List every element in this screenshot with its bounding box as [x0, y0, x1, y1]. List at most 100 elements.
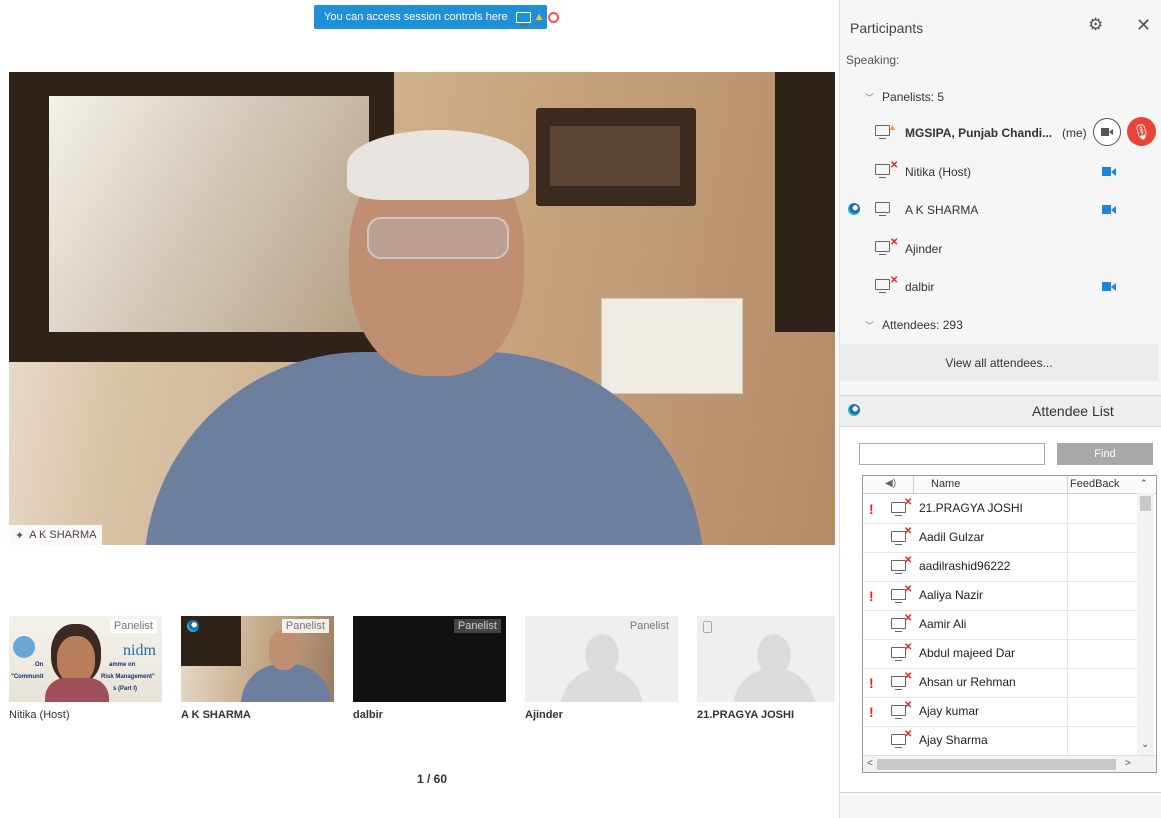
no-share-icon: ✕ — [904, 526, 913, 537]
speaking-label: Speaking: — [846, 53, 900, 67]
meeting-status-icon — [848, 203, 860, 215]
presenter-body — [45, 678, 109, 702]
scroll-right-icon[interactable]: > — [1125, 758, 1131, 769]
attendees-group-toggle[interactable]: ﹀ Attendees: 293 — [865, 318, 963, 332]
slide-text-5: s (Part I) — [113, 686, 138, 692]
chevron-down-icon: ﹀ — [865, 320, 875, 331]
participant-name: Ajinder — [905, 242, 943, 256]
column-header-name[interactable]: Name — [931, 478, 960, 490]
thumbnail-nitika[interactable]: nidm On amme on "Communit Risk Managemen… — [9, 616, 162, 702]
no-share-icon: ✕ — [890, 160, 899, 171]
mic-muted-button[interactable]: 🎙 — [1127, 117, 1156, 146]
participants-panel: Participants ⚙ ✕ Speaking: ﹀ Panelists: … — [839, 0, 1161, 818]
slide-text-4: Risk Management" — [101, 674, 155, 680]
slide-text-2: amme on — [109, 662, 136, 668]
find-button[interactable]: Find — [1057, 443, 1153, 465]
no-share-icon: ✕ — [904, 729, 913, 740]
attendee-list-window: Attendee List Find ◀) Name FeedBack ⌃ ! … — [840, 395, 1161, 793]
table-row[interactable]: ! ✕ Aaliya Nazir — [863, 581, 1137, 611]
attendee-name: Ajay kumar — [919, 704, 980, 718]
thumbnail-name: Nitika (Host) — [9, 709, 70, 721]
warning-icon: ▲ — [533, 11, 545, 23]
panel-title: Participants — [850, 20, 924, 36]
screen-share-icon — [875, 279, 890, 293]
no-share-icon: ✕ — [904, 555, 913, 566]
table-row[interactable]: ✕ Ajay Sharma — [863, 726, 1137, 756]
no-share-icon: ✕ — [904, 642, 913, 653]
table-row[interactable]: ✕ Abdul majeed Dar — [863, 639, 1137, 669]
close-icon[interactable]: ✕ — [1136, 15, 1151, 36]
video-mirror-frame — [9, 72, 394, 362]
view-all-attendees-button[interactable]: View all attendees... — [840, 344, 1158, 381]
scroll-left-icon[interactable]: < — [867, 758, 873, 769]
thumbnail-role-tag: Panelist — [453, 619, 501, 633]
no-share-icon: ✕ — [904, 584, 913, 595]
column-header-feedback[interactable]: FeedBack — [1070, 478, 1120, 490]
no-share-icon: ✕ — [904, 671, 913, 682]
thumbnail-pragya-joshi[interactable] — [697, 616, 835, 702]
table-row[interactable]: ! ✕ Ajay kumar — [863, 697, 1137, 727]
speaker-glasses — [367, 217, 509, 259]
attendee-table: ◀) Name FeedBack ⌃ ! ✕ 21.PRAGYA JOSHI ✕… — [862, 475, 1157, 773]
participant-row[interactable]: ✕ Nitika (Host) — [840, 159, 1161, 185]
table-row[interactable]: ! ✕ 21.PRAGYA JOSHI — [863, 494, 1137, 524]
scroll-down-icon[interactable]: ⌄ — [1141, 739, 1149, 750]
main-video-name: A K SHARMA — [29, 529, 97, 541]
thumbnail-name: A K SHARMA — [181, 709, 251, 721]
screen-share-icon — [875, 164, 890, 178]
horizontal-scrollbar[interactable]: < > — [863, 755, 1156, 772]
thumbnail-dalbir[interactable]: Panelist — [353, 616, 506, 702]
thumbnail-ak-sharma[interactable]: Panelist — [181, 616, 334, 702]
table-row[interactable]: ✕ Aamir Ali — [863, 610, 1137, 640]
vertical-scrollbar[interactable]: ⌄ — [1137, 493, 1154, 755]
thumb-speaker-head — [269, 630, 299, 670]
speaker-icon: ◀) — [885, 478, 897, 489]
main-video-stage[interactable] — [9, 72, 835, 545]
scroll-up-icon[interactable]: ⌃ — [1140, 478, 1148, 489]
thumbnail-ajinder[interactable]: Panelist — [525, 616, 678, 702]
table-row[interactable]: ✕ Aadil Gulzar — [863, 523, 1137, 553]
participant-name: A K SHARMA — [905, 203, 979, 217]
table-row[interactable]: ✕ aadilrashid96222 — [863, 552, 1137, 582]
thumbnail-name: dalbir — [353, 709, 383, 721]
main-video-label: ✦ A K SHARMA — [9, 525, 103, 545]
attendee-name: Abdul majeed Dar — [919, 646, 1016, 660]
participant-row[interactable]: A K SHARMA — [840, 197, 1161, 223]
pin-icon: ✦ — [15, 529, 25, 542]
chevron-down-icon: ﹀ — [865, 92, 875, 103]
presenter-face — [57, 636, 95, 684]
horizontal-scroll-thumb[interactable] — [877, 759, 1116, 770]
attendee-name: Aaliya Nazir — [919, 588, 984, 602]
participant-row-me[interactable]: ▲ MGSIPA, Punjab Chandi... (me) 🎙 — [840, 117, 1161, 146]
screen-share-icon — [515, 11, 531, 26]
attendee-search-input[interactable] — [859, 443, 1045, 465]
video-camera-icon — [1102, 167, 1116, 176]
video-camera-icon — [1102, 205, 1116, 214]
warning-exclamation-icon: ! — [869, 704, 874, 720]
vertical-scroll-thumb[interactable] — [1140, 496, 1151, 511]
thumbnail-role-tag: Panelist — [629, 620, 669, 632]
panelists-group-toggle[interactable]: ﹀ Panelists: 5 — [865, 90, 944, 104]
meeting-status-icon — [187, 620, 199, 632]
warning-icon: ▲ — [888, 122, 897, 132]
participant-name: dalbir — [905, 280, 935, 294]
video-toggle-button[interactable] — [1093, 118, 1121, 146]
attendee-name: aadilrashid96222 — [919, 559, 1011, 573]
gear-icon[interactable]: ⚙ — [1088, 15, 1103, 35]
participant-name: MGSIPA, Punjab Chandi... — [905, 126, 1053, 140]
attendee-name: Aamir Ali — [919, 617, 967, 631]
participant-row[interactable]: ✕ dalbir — [840, 274, 1161, 300]
video-switchboard — [601, 298, 743, 394]
video-wall-plaque — [536, 108, 696, 206]
session-controls-banner[interactable]: You can access session controls here ▲ — [314, 5, 559, 29]
table-row[interactable]: ! ✕ Ahsan ur Rehman — [863, 668, 1137, 698]
banner-text: You can access session controls here — [324, 11, 508, 23]
participant-row[interactable]: ✕ Ajinder — [840, 236, 1161, 262]
page-indicator: 1 / 60 — [417, 772, 448, 786]
screen-share-icon — [875, 241, 890, 255]
app-logo-icon — [848, 404, 860, 416]
slide-text-3: "Communit — [11, 674, 44, 680]
attendees-header: Attendees: 293 — [882, 318, 963, 332]
attendee-list-title: Attendee List — [1032, 403, 1114, 419]
thumbnail-name: Ajinder — [525, 709, 563, 721]
